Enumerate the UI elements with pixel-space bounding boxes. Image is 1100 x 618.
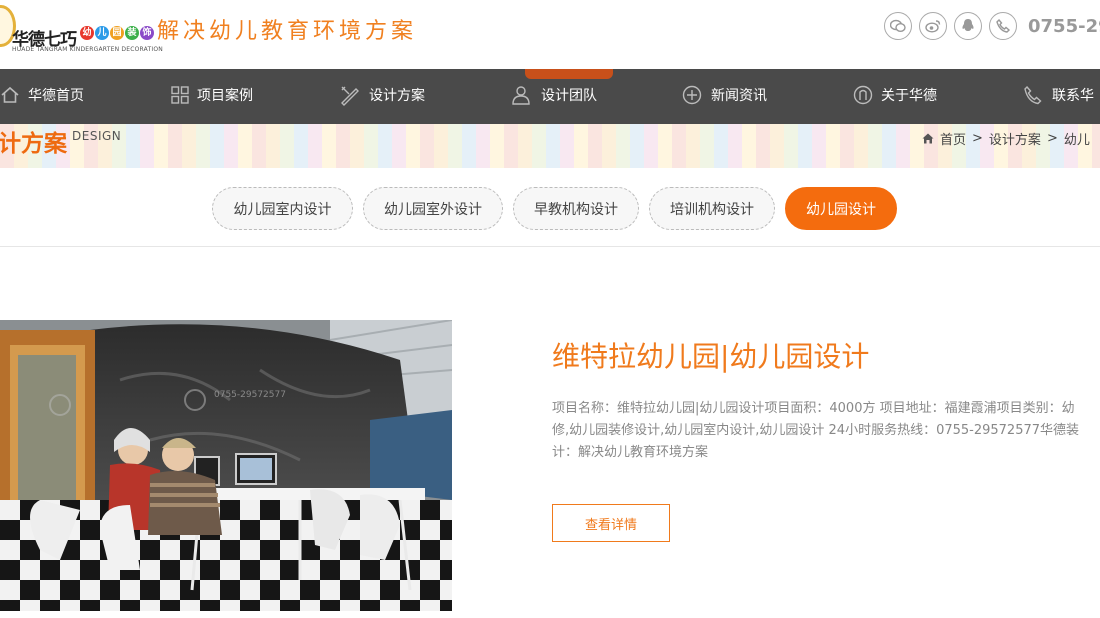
home-icon xyxy=(922,133,934,144)
breadcrumb: 首页 > 设计方案 > 幼儿 xyxy=(922,129,1090,148)
contact-icon xyxy=(1024,85,1042,105)
description-line: 计：解决幼儿教育环境方案 xyxy=(552,445,709,460)
weibo-icon[interactable] xyxy=(919,12,947,40)
nav-item-label: 设计团队 xyxy=(541,88,597,104)
design-tools-icon xyxy=(341,86,359,106)
nav-decoration xyxy=(525,69,613,79)
nav-item-label: 联系华 xyxy=(1052,88,1094,104)
tab-training-design[interactable]: 培训机构设计 xyxy=(649,187,775,230)
nav-item-projects[interactable]: 项目案例 xyxy=(171,80,253,110)
nav-item-label: 设计方案 xyxy=(369,88,425,104)
description-line: 项目名称：维特拉幼儿园|幼儿园设计项目面积：4000方 项目地址：福建霞浦项目类… xyxy=(552,401,1075,416)
phone-icon[interactable] xyxy=(989,12,1017,40)
qq-icon[interactable] xyxy=(954,12,982,40)
view-details-button[interactable]: 查看详情 xyxy=(552,504,670,542)
team-icon xyxy=(512,86,530,105)
nav-item-team[interactable]: 设计团队 xyxy=(509,80,597,110)
tab-outdoor-design[interactable]: 幼儿园室外设计 xyxy=(363,187,503,230)
home-icon xyxy=(1,86,19,103)
logo-badge-char: 装 xyxy=(125,26,139,40)
logo-badge-char: 园 xyxy=(110,26,124,40)
logo-badge-char: 幼 xyxy=(80,26,94,40)
site-header: 华德七巧 幼 儿 园 装 饰 HUADE TANGRAM KINDERGARTE… xyxy=(0,0,1100,69)
nav-item-news[interactable]: 新闻资讯 xyxy=(681,80,767,110)
breadcrumb-design[interactable]: 设计方案 xyxy=(989,129,1041,148)
nav-item-label: 关于华德 xyxy=(881,88,937,104)
nav-item-home[interactable]: 华德首页 xyxy=(0,80,84,110)
breadcrumb-separator: > xyxy=(972,131,983,146)
logo-badge-char: 儿 xyxy=(95,26,109,40)
about-icon xyxy=(853,85,873,105)
banner-subtitle: DESIGN xyxy=(72,129,122,143)
project-title[interactable]: 维特拉幼儿园|幼儿园设计 xyxy=(552,335,869,375)
tab-early-education-design[interactable]: 早教机构设计 xyxy=(513,187,639,230)
logo-badge-char: 饰 xyxy=(140,26,154,40)
banner-title: 计方案 xyxy=(0,131,67,157)
breadcrumb-separator: > xyxy=(1046,131,1058,146)
page: 华德七巧 幼 儿 园 装 饰 HUADE TANGRAM KINDERGARTE… xyxy=(0,0,1100,618)
grid-icon xyxy=(171,86,189,104)
page-banner: 计方案 DESIGN 首页 > 设计方案 > 幼儿 xyxy=(0,124,1100,168)
tab-kindergarten-design[interactable]: 幼儿园设计 xyxy=(785,187,897,230)
nav-item-label: 新闻资讯 xyxy=(711,88,767,104)
description-line: 修,幼儿园装修设计,幼儿园室内设计,幼儿园设计 24小时服务热线：0755-29… xyxy=(552,423,1080,438)
site-logo[interactable]: 华德七巧 幼 儿 园 装 饰 HUADE TANGRAM KINDERGARTE… xyxy=(0,2,163,64)
nav-item-label: 项目案例 xyxy=(197,88,253,104)
logo-badge: 幼 儿 园 装 饰 xyxy=(80,26,154,40)
project-description: 项目名称：维特拉幼儿园|幼儿园设计项目面积：4000方 项目地址：福建霞浦项目类… xyxy=(552,398,1100,464)
breadcrumb-current[interactable]: 幼儿 xyxy=(1064,129,1090,148)
news-icon xyxy=(682,85,702,105)
category-tabs: 幼儿园室内设计 幼儿园室外设计 早教机构设计 培训机构设计 幼儿园设计 xyxy=(0,168,1100,247)
social-links xyxy=(884,12,1017,40)
tab-indoor-design[interactable]: 幼儿园室内设计 xyxy=(212,187,353,230)
watermark-phone: 0755-29572577 xyxy=(214,390,286,400)
classroom-photo-image: 0755-29572577 xyxy=(0,320,452,611)
site-slogan: 解决幼儿教育环境方案 xyxy=(157,19,418,44)
main-nav: 华德首页 项目案例 设计方案 设计团队 新闻资讯 关于华德 联系华 xyxy=(0,69,1100,124)
nav-item-contact[interactable]: 联系华 xyxy=(1022,80,1094,110)
project-photo[interactable]: 0755-29572577 xyxy=(0,320,452,611)
nav-item-label: 华德首页 xyxy=(28,88,84,104)
logo-subtitle: HUADE TANGRAM KINDERGARTEN DECORATION xyxy=(12,46,163,53)
nav-item-about[interactable]: 关于华德 xyxy=(853,80,937,110)
wechat-icon[interactable] xyxy=(884,12,912,40)
nav-item-design[interactable]: 设计方案 xyxy=(339,80,425,110)
hotline-number[interactable]: 0755-295 xyxy=(1028,16,1100,37)
breadcrumb-home[interactable]: 首页 xyxy=(940,129,966,148)
